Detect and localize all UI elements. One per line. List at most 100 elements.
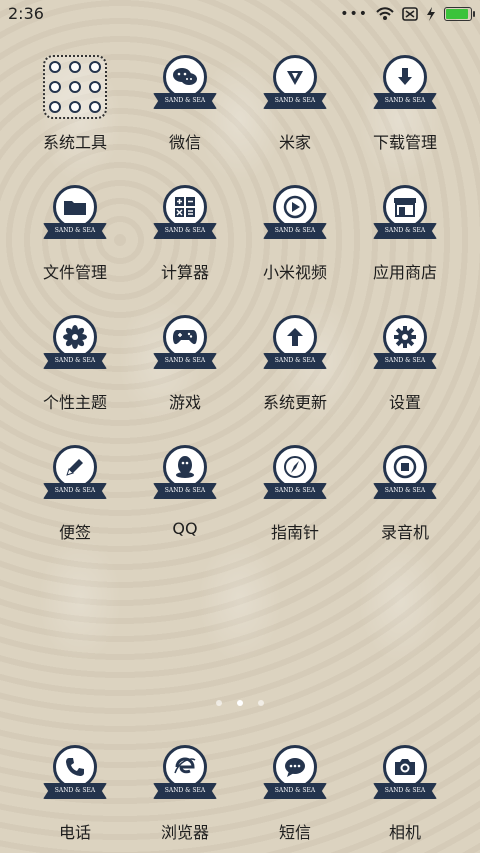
ribbon: SAND & SEA [263, 483, 327, 499]
app-badge: SAND & SEA [373, 315, 437, 379]
ribbon: SAND & SEA [153, 353, 217, 369]
app-badge: SAND & SEA [263, 55, 327, 119]
pencil-icon [53, 445, 97, 489]
app-label: 游戏 [168, 393, 201, 412]
app-label: 短信 [278, 823, 311, 842]
app-badge: SAND & SEA [373, 55, 437, 119]
page-dot [216, 700, 222, 706]
ribbon: SAND & SEA [153, 783, 217, 799]
page-indicator[interactable] [216, 700, 264, 706]
download-icon [383, 55, 427, 99]
ribbon: SAND & SEA [43, 353, 107, 369]
store-icon [383, 185, 427, 229]
app-mijia[interactable]: SAND & SEA 米家 [240, 55, 350, 153]
app-notes[interactable]: SAND & SEA 便签 [20, 445, 130, 543]
more-dots-icon: ••• [340, 6, 368, 22]
app-badge: SAND & SEA [263, 185, 327, 249]
ribbon: SAND & SEA [263, 223, 327, 239]
app-label: 应用商店 [372, 263, 437, 282]
app-badge: SAND & SEA [373, 745, 437, 809]
gamepad-icon [163, 315, 207, 359]
app-label: 系统更新 [262, 393, 327, 412]
app-badge: SAND & SEA [43, 315, 107, 379]
charging-icon [427, 7, 435, 21]
app-store[interactable]: SAND & SEA 应用商店 [350, 185, 460, 283]
ribbon: SAND & SEA [153, 93, 217, 109]
browser-icon [163, 745, 207, 789]
app-compass[interactable]: SAND & SEA 指南针 [240, 445, 350, 543]
app-badge: SAND & SEA [373, 185, 437, 249]
app-badge: SAND & SEA [153, 745, 217, 809]
ribbon: SAND & SEA [43, 223, 107, 239]
gear-icon [383, 315, 427, 359]
app-label: 个性主题 [42, 393, 107, 412]
app-system-update[interactable]: SAND & SEA 系统更新 [240, 315, 350, 413]
compass-icon [273, 445, 317, 489]
calculator-icon [163, 185, 207, 229]
ribbon: SAND & SEA [263, 93, 327, 109]
folder-grid-icon [43, 55, 107, 119]
status-icons: ••• [340, 6, 475, 22]
wechat-icon [163, 55, 207, 99]
app-badge: SAND & SEA [373, 445, 437, 509]
app-badge: SAND & SEA [153, 185, 217, 249]
app-downloads[interactable]: SAND & SEA 下载管理 [350, 55, 460, 153]
app-qq[interactable]: SAND & SEA QQ [130, 445, 240, 538]
ribbon: SAND & SEA [263, 783, 327, 799]
app-file-manager[interactable]: SAND & SEA 文件管理 [20, 185, 130, 283]
record-icon [383, 445, 427, 489]
app-label: 下载管理 [372, 133, 437, 152]
app-badge: SAND & SEA [263, 445, 327, 509]
mijia-icon [273, 55, 317, 99]
dock-phone[interactable]: SAND & SEA 电话 [20, 745, 130, 843]
ribbon: SAND & SEA [373, 483, 437, 499]
app-games[interactable]: SAND & SEA 游戏 [130, 315, 240, 413]
ribbon: SAND & SEA [373, 93, 437, 109]
app-label: 便签 [58, 523, 91, 542]
upload-icon [273, 315, 317, 359]
camera-icon [383, 745, 427, 789]
message-icon [273, 745, 317, 789]
wifi-icon [376, 7, 394, 20]
ribbon: SAND & SEA [153, 483, 217, 499]
no-sim-icon [402, 7, 418, 21]
ribbon: SAND & SEA [373, 223, 437, 239]
app-badge: SAND & SEA [43, 745, 107, 809]
app-badge: SAND & SEA [263, 315, 327, 379]
app-label: 指南针 [270, 523, 319, 542]
ribbon: SAND & SEA [373, 353, 437, 369]
dock-messages[interactable]: SAND & SEA 短信 [240, 745, 350, 843]
ribbon: SAND & SEA [43, 483, 107, 499]
app-badge: SAND & SEA [153, 55, 217, 119]
app-calculator[interactable]: SAND & SEA 计算器 [130, 185, 240, 283]
page-dot [258, 700, 264, 706]
page-dot-active [237, 700, 243, 706]
app-badge: SAND & SEA [153, 445, 217, 509]
app-recorder[interactable]: SAND & SEA 录音机 [350, 445, 460, 543]
app-themes[interactable]: SAND & SEA 个性主题 [20, 315, 130, 413]
ribbon: SAND & SEA [373, 783, 437, 799]
dock-camera[interactable]: SAND & SEA 相机 [350, 745, 460, 843]
app-wechat[interactable]: SAND & SEA 微信 [130, 55, 240, 153]
app-label: 电话 [58, 823, 91, 842]
app-label: 米家 [278, 133, 311, 152]
qq-icon [163, 445, 207, 489]
status-time: 2:36 [8, 4, 44, 23]
app-badge: SAND & SEA [43, 445, 107, 509]
app-label: 微信 [168, 133, 201, 152]
app-system-tools[interactable]: 系统工具 [20, 55, 130, 153]
flower-icon [53, 315, 97, 359]
app-label: 小米视频 [262, 263, 327, 282]
app-settings[interactable]: SAND & SEA 设置 [350, 315, 460, 413]
app-label: QQ [172, 519, 198, 538]
app-mi-video[interactable]: SAND & SEA 小米视频 [240, 185, 350, 283]
app-badge: SAND & SEA [263, 745, 327, 809]
battery-icon [444, 7, 475, 21]
ribbon: SAND & SEA [263, 353, 327, 369]
ribbon: SAND & SEA [153, 223, 217, 239]
app-badge: SAND & SEA [43, 185, 107, 249]
dock-browser[interactable]: SAND & SEA 浏览器 [130, 745, 240, 843]
phone-icon [53, 745, 97, 789]
app-label: 计算器 [160, 263, 209, 282]
app-badge: SAND & SEA [153, 315, 217, 379]
